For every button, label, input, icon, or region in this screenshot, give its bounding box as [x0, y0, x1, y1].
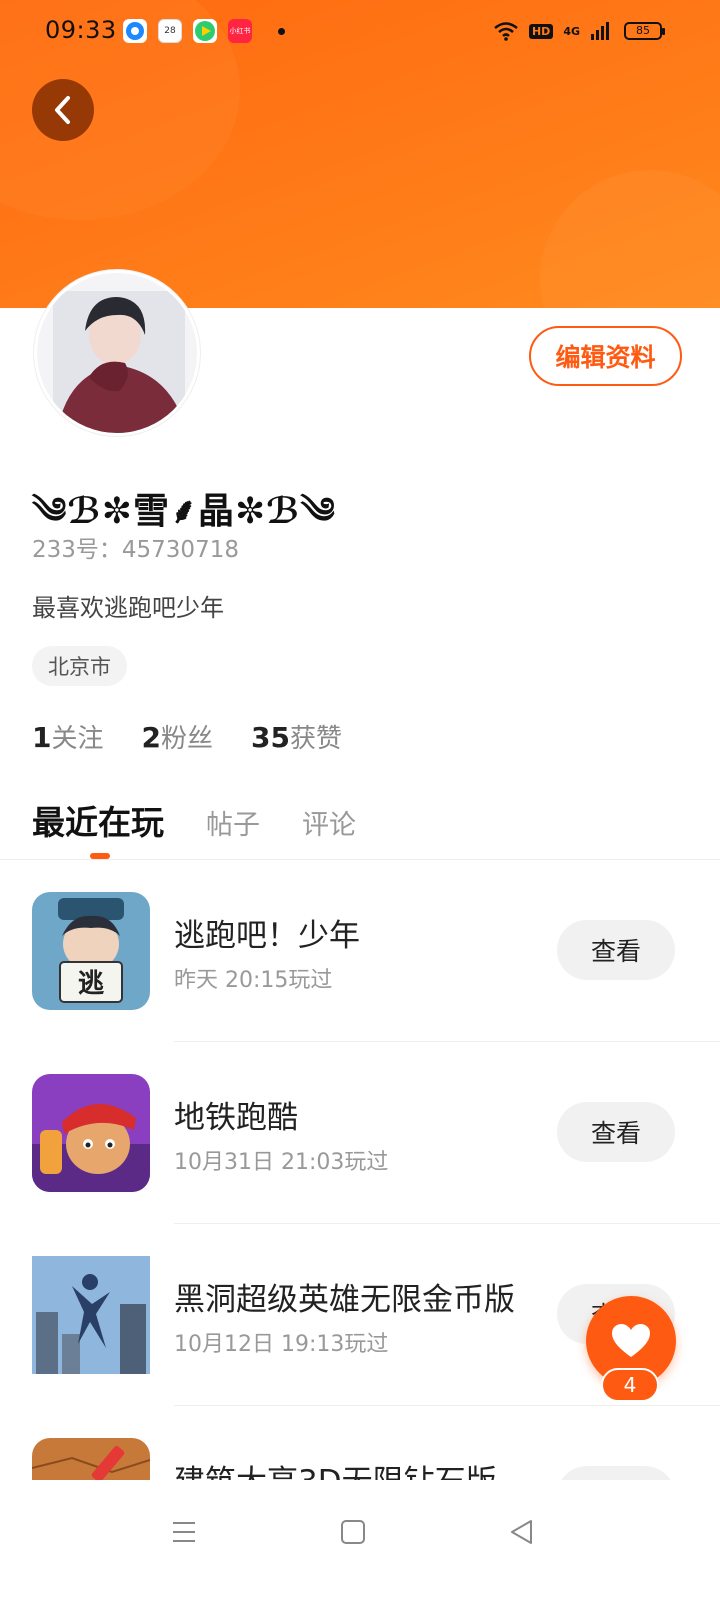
stat-label: 关注	[51, 724, 104, 754]
stat-number: 2	[141, 721, 161, 754]
signal-icon	[591, 22, 609, 40]
system-navigation-bar	[0, 1482, 720, 1600]
view-button[interactable]: 查看	[557, 920, 675, 980]
stat-label: 粉丝	[160, 724, 213, 754]
home-square-icon[interactable]	[333, 1512, 373, 1552]
xiaohongshu-label: 小红书	[229, 27, 251, 35]
stat-followers[interactable]: 2 粉丝	[142, 718, 214, 755]
location-tag: 北京市	[32, 646, 127, 686]
subway-surfers-icon	[32, 1074, 150, 1192]
tab-recently-played[interactable]: 最近在玩	[32, 796, 164, 844]
browser-app-icon	[123, 19, 147, 43]
superhero-game-icon	[32, 1256, 150, 1374]
hd-badge: HD	[528, 23, 554, 39]
profile-stats: 1 关注 2 粉丝 35 获赞	[32, 718, 342, 755]
fab-count-badge: 4	[601, 1368, 659, 1402]
escape-game-icon: 逃	[32, 892, 150, 1010]
battery-level: 85	[636, 24, 650, 37]
xiaohongshu-app-icon: 小红书	[228, 19, 252, 43]
stat-likes[interactable]: 35 获赞	[251, 718, 342, 755]
game-title: 建筑大亨3D无限钻石版	[174, 1456, 497, 1480]
back-triangle-icon[interactable]	[502, 1512, 542, 1552]
status-indicators: HD 4G	[493, 18, 610, 44]
game-title: 黑洞超级英雄无限金币版	[174, 1282, 515, 1318]
game-title: 地铁跑酷	[174, 1100, 298, 1136]
list-item[interactable]: 逃 逃跑吧！少年 昨天 20:15玩过 查看	[0, 860, 720, 1042]
game-title: 逃跑吧！少年	[174, 918, 360, 954]
header-decoration	[540, 170, 720, 308]
tab-posts[interactable]: 帖子	[206, 803, 260, 842]
back-button[interactable]	[32, 79, 94, 141]
game-played-time: 10月31日 21:03玩过	[174, 1150, 389, 1175]
list-item[interactable]: 地铁跑酷 10月31日 21:03玩过 查看	[0, 1042, 720, 1224]
stat-number: 1	[32, 721, 52, 754]
tab-comments[interactable]: 评论	[302, 803, 356, 842]
status-time: 09:33	[45, 16, 117, 44]
video-app-icon	[193, 19, 217, 43]
builder-game-icon	[32, 1438, 150, 1480]
user-id: 233号：45730718	[32, 537, 239, 563]
list-item[interactable]: 建筑大亨3D无限钻石版 查看	[0, 1406, 720, 1480]
avatar-image	[37, 273, 197, 433]
avatar[interactable]	[34, 270, 200, 436]
view-button[interactable]: 查看	[557, 1466, 675, 1480]
network-type: 4G	[563, 24, 580, 38]
game-played-time: 昨天 20:15玩过	[174, 968, 333, 993]
edit-profile-button[interactable]: 编辑资料	[529, 326, 682, 386]
calendar-app-icon: 28	[158, 19, 182, 43]
menu-icon[interactable]	[164, 1512, 204, 1552]
notification-more-dot	[278, 28, 285, 35]
status-bar: 09:33 28 小红书 HD 4G 85	[0, 0, 720, 64]
game-played-time: 10月12日 19:13玩过	[174, 1332, 389, 1357]
stat-following[interactable]: 1 关注	[32, 718, 104, 755]
svg-text:逃: 逃	[78, 969, 104, 999]
profile-tabs: 最近在玩 帖子 评论	[32, 796, 356, 844]
view-button[interactable]: 查看	[557, 1102, 675, 1162]
stat-number: 35	[251, 721, 290, 754]
heart-icon	[612, 1324, 650, 1357]
wifi-icon	[494, 22, 518, 41]
battery-indicator: 85	[624, 22, 665, 40]
stat-label: 获赞	[289, 724, 342, 754]
bio: 最喜欢逃跑吧少年	[32, 594, 224, 622]
chevron-left-icon	[55, 96, 70, 124]
calendar-date: 28	[164, 26, 176, 36]
